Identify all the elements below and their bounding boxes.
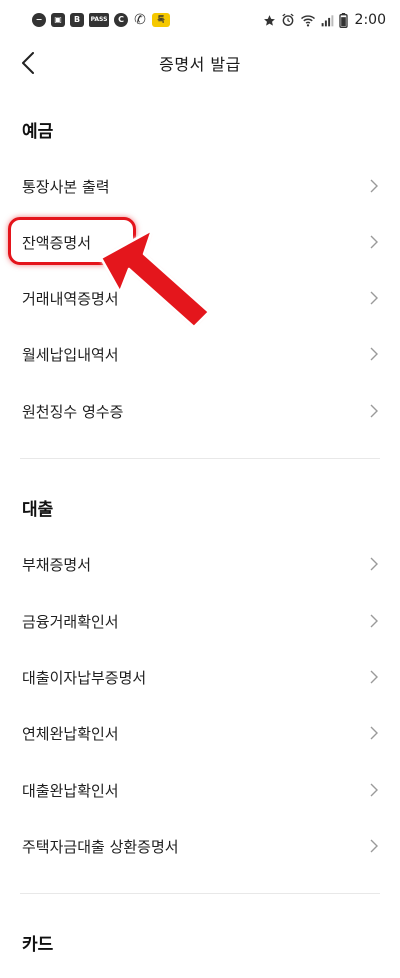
list-item-balance-certificate[interactable]: 잔액증명서 [0,214,400,270]
section-title-deposit: 예금 [22,122,54,142]
list-item-loan-paid-confirmation[interactable]: 대출완납확인서 [0,762,400,818]
list-item-label: 금융거래확인서 [22,612,119,631]
status-system-icons: 2:00 [263,12,386,28]
phone-miss-icon: ✆ [134,12,146,28]
list-item-transaction-certificate[interactable]: 거래내역증명서 [0,270,400,326]
back-button[interactable] [10,45,46,81]
list-item-loan-interest-certificate[interactable]: 대출이자납부증명서 [0,649,400,705]
list-item-arrears-paid-confirmation[interactable]: 연체완납확인서 [0,705,400,761]
chevron-left-icon [22,52,34,74]
chevron-right-icon [370,557,378,571]
list-item-debt-certificate[interactable]: 부채증명서 [0,536,400,592]
kakao-icon: 톡 [152,13,170,27]
list-item-label: 대출이자납부증명서 [22,668,147,687]
chevron-right-icon [370,179,378,193]
star-icon [263,14,275,26]
wifi-icon [300,14,315,27]
list-item-rent-payment-statement[interactable]: 월세납입내역서 [0,326,400,382]
section-divider [20,458,380,459]
status-time: 2:00 [354,12,386,28]
minus-circle-icon: − [32,13,46,27]
signal-icon [321,14,333,26]
list-item-label: 월세납입내역서 [22,345,119,364]
list-item-withholding-receipt[interactable]: 원천징수 영수증 [0,383,400,439]
chevron-right-icon [370,291,378,305]
chevron-right-icon [370,347,378,361]
status-bar: − ▣ B PASS C ✆ 톡 2:00 [0,0,400,40]
list-item-financial-transaction-confirmation[interactable]: 금융거래확인서 [0,593,400,649]
section-divider [20,893,380,894]
chevron-right-icon [370,235,378,249]
battery-icon [338,12,348,28]
list-item-label: 통장사본 출력 [22,177,110,196]
status-notification-icons: − ▣ B PASS C ✆ 톡 [32,13,170,27]
section-title-card: 카드 [22,935,54,955]
app-header: 증명서 발급 [0,40,400,86]
chevron-right-icon [370,670,378,684]
certificate-issuance-screen: − ▣ B PASS C ✆ 톡 2:00 증명서 발급 예금 통장사본 출력 [0,0,400,978]
list-item-label: 원천징수 영수증 [22,402,124,421]
list-item-label: 거래내역증명서 [22,289,119,308]
section-title-loan: 대출 [22,500,54,520]
chevron-right-icon [370,614,378,628]
list-item-bankbook-copy[interactable]: 통장사본 출력 [0,158,400,214]
list-item-label: 연체완납확인서 [22,724,119,743]
pass-app-icon: PASS [89,13,109,27]
chevron-right-icon [370,726,378,740]
list-item-label: 부채증명서 [22,555,92,574]
chevron-right-icon [370,783,378,797]
list-item-label: 잔액증명서 [22,233,92,252]
chevron-right-icon [370,839,378,853]
page-title: 증명서 발급 [159,55,241,74]
list-item-label: 대출완납확인서 [22,781,119,800]
list-item-label: 주택자금대출 상환증명서 [22,837,179,856]
list-item-housing-loan-repayment-certificate[interactable]: 주택자금대출 상환증명서 [0,818,400,874]
chevron-right-icon [370,404,378,418]
alarm-icon [281,13,294,26]
c-app-icon: C [114,13,128,27]
gallery-icon: ▣ [51,13,65,27]
b-app-icon: B [70,13,84,27]
